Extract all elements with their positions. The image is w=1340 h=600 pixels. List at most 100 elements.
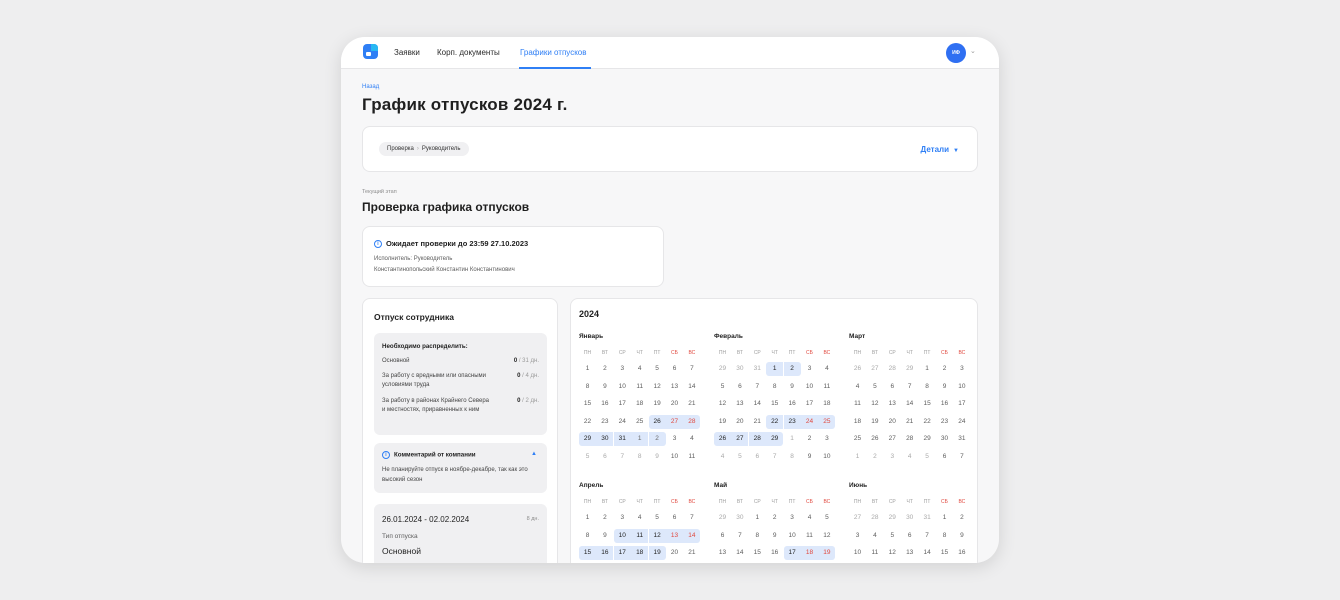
calendar-day[interactable]: 3 (953, 362, 970, 376)
calendar-day[interactable]: 3 (884, 450, 901, 464)
calendar-day[interactable]: 9 (649, 450, 666, 464)
calendar-day[interactable]: 22 (919, 415, 936, 429)
calendar-day[interactable]: 13 (666, 528, 683, 543)
calendar-day[interactable]: 1 (784, 432, 801, 446)
calendar-day[interactable]: 12 (649, 380, 666, 394)
calendar-day[interactable]: 20 (731, 415, 748, 429)
calendar-day[interactable]: 28 (866, 511, 883, 525)
calendar-day[interactable]: 13 (666, 380, 683, 394)
calendar-day[interactable]: 10 (614, 380, 631, 394)
calendar-day[interactable]: 2 (866, 450, 883, 464)
calendar-day[interactable]: 8 (766, 380, 783, 394)
calendar-day[interactable]: 7 (731, 529, 748, 543)
calendar-day[interactable]: 10 (953, 380, 970, 394)
calendar-day[interactable]: 11 (683, 450, 700, 464)
calendar-day[interactable]: 18 (631, 397, 648, 411)
calendar-day[interactable]: 24 (801, 414, 818, 429)
calendar-day[interactable]: 13 (714, 546, 731, 560)
calendar-day[interactable]: 24 (614, 415, 631, 429)
calendar-day[interactable]: 30 (731, 511, 748, 525)
calendar-day[interactable]: 12 (866, 397, 883, 411)
calendar-day[interactable]: 4 (801, 511, 818, 525)
calendar-day[interactable]: 6 (901, 529, 918, 543)
calendar-day[interactable]: 19 (818, 546, 836, 560)
calendar-day[interactable]: 16 (596, 397, 613, 411)
calendar-day[interactable]: 4 (866, 529, 883, 543)
calendar-day[interactable]: 14 (731, 546, 748, 560)
calendar-day[interactable]: 27 (884, 432, 901, 446)
calendar-day[interactable]: 3 (614, 362, 631, 376)
calendar-day[interactable]: 9 (784, 380, 801, 394)
calendar-day[interactable]: 2 (936, 362, 953, 376)
calendar-day[interactable]: 14 (749, 397, 766, 411)
calendar-day[interactable]: 8 (919, 380, 936, 394)
calendar-day[interactable]: 18 (801, 546, 818, 560)
calendar-day[interactable]: 15 (919, 397, 936, 411)
calendar-day[interactable]: 4 (631, 362, 648, 376)
calendar-day[interactable]: 4 (683, 432, 700, 446)
calendar-day[interactable]: 30 (596, 432, 614, 446)
calendar-day[interactable]: 7 (953, 450, 970, 464)
calendar-day[interactable]: 21 (683, 546, 700, 560)
calendar-day[interactable]: 7 (749, 380, 766, 394)
calendar-day[interactable]: 15 (936, 546, 953, 560)
calendar-day[interactable]: 1 (849, 450, 866, 464)
calendar-day[interactable]: 2 (953, 511, 970, 525)
company-comment[interactable]: i Комментарий от компании ▲ Не планируйте… (374, 443, 547, 493)
calendar-day[interactable]: 29 (766, 432, 784, 446)
calendar-day[interactable]: 4 (714, 450, 731, 464)
calendar-day[interactable]: 12 (714, 397, 731, 411)
calendar-day[interactable]: 26 (714, 432, 731, 446)
calendar-day[interactable]: 11 (631, 528, 649, 543)
calendar-day[interactable]: 11 (818, 380, 835, 394)
calendar-day[interactable]: 2 (801, 432, 818, 446)
calendar-day[interactable]: 10 (784, 529, 801, 543)
calendar-day[interactable]: 16 (784, 397, 801, 411)
calendar-day[interactable]: 5 (818, 511, 835, 525)
calendar-day[interactable]: 17 (614, 397, 631, 411)
calendar-day[interactable]: 7 (683, 362, 700, 376)
calendar-day[interactable]: 9 (766, 529, 783, 543)
calendar-day[interactable]: 17 (953, 397, 970, 411)
calendar-day[interactable]: 1 (579, 362, 596, 376)
calendar-day[interactable]: 25 (818, 414, 836, 429)
calendar-day[interactable]: 3 (784, 511, 801, 525)
calendar-day[interactable]: 5 (866, 380, 883, 394)
calendar-day[interactable]: 29 (901, 362, 918, 376)
calendar-day[interactable]: 29 (714, 511, 731, 525)
calendar-day[interactable]: 2 (596, 362, 613, 376)
calendar-day[interactable]: 12 (884, 546, 901, 560)
calendar-day[interactable]: 7 (614, 450, 631, 464)
calendar-day[interactable]: 23 (596, 415, 613, 429)
calendar-day[interactable]: 6 (666, 362, 683, 376)
calendar-day[interactable]: 18 (849, 415, 866, 429)
calendar-day[interactable]: 22 (579, 415, 596, 429)
calendar-day[interactable]: 4 (818, 362, 835, 376)
calendar-day[interactable]: 28 (683, 414, 701, 429)
calendar-day[interactable]: 1 (919, 362, 936, 376)
calendar-day[interactable]: 1 (936, 511, 953, 525)
caret-up-icon[interactable]: ▲ (531, 451, 537, 457)
calendar-day[interactable]: 26 (866, 432, 883, 446)
calendar-day[interactable]: 29 (884, 511, 901, 525)
calendar-day[interactable]: 20 (666, 397, 683, 411)
calendar-day[interactable]: 6 (666, 511, 683, 525)
calendar-day[interactable]: 4 (631, 511, 648, 525)
vacation-item[interactable]: 26.01.2024 - 02.02.2024 8 дн. Тип отпуск… (374, 504, 547, 563)
calendar-day[interactable]: 14 (683, 380, 700, 394)
calendar-day[interactable]: 31 (953, 432, 970, 446)
calendar-day[interactable]: 18 (631, 546, 649, 560)
calendar-day[interactable]: 6 (596, 450, 613, 464)
calendar-day[interactable]: 9 (801, 450, 818, 464)
calendar-day[interactable]: 6 (884, 380, 901, 394)
calendar-day[interactable]: 5 (649, 362, 666, 376)
calendar-day[interactable]: 3 (818, 432, 835, 446)
calendar-day[interactable]: 7 (919, 529, 936, 543)
calendar-day[interactable]: 21 (683, 397, 700, 411)
nav-vacation-schedules[interactable]: Графики отпусков (520, 48, 587, 57)
calendar-day[interactable]: 12 (648, 528, 666, 543)
calendar-day[interactable]: 6 (936, 450, 953, 464)
calendar-day[interactable]: 15 (749, 546, 766, 560)
calendar-day[interactable]: 25 (849, 432, 866, 446)
calendar-day[interactable]: 16 (596, 546, 614, 560)
